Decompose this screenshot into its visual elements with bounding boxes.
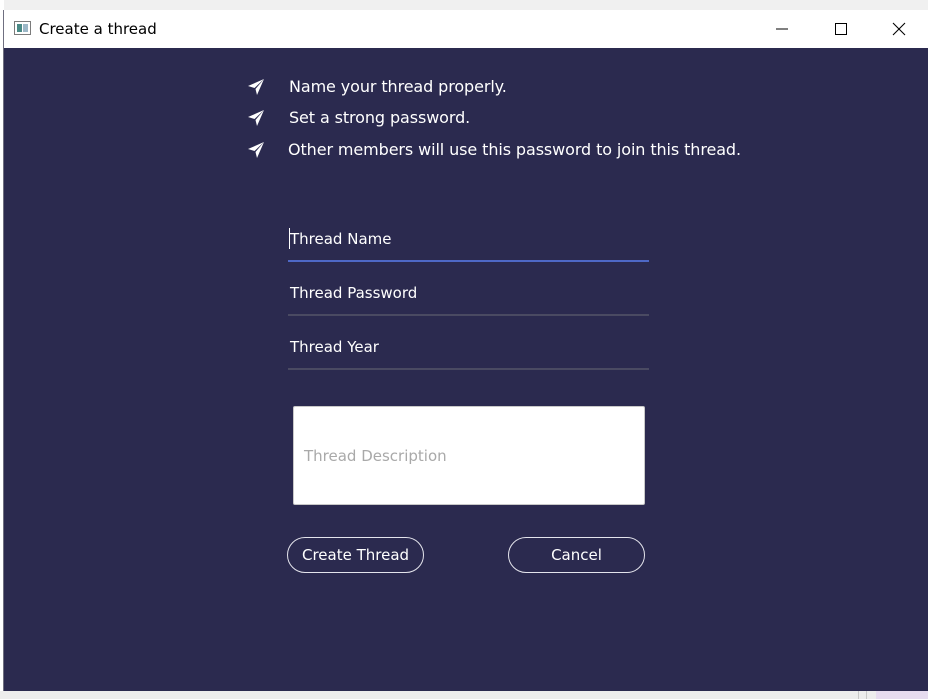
title-bar[interactable]: Create a thread xyxy=(4,10,928,48)
cancel-button[interactable]: Cancel xyxy=(508,537,645,573)
minimize-button[interactable] xyxy=(759,10,805,48)
thread-password-input[interactable]: Thread Password xyxy=(288,276,649,316)
maximize-button[interactable] xyxy=(818,10,864,48)
close-icon xyxy=(892,22,906,36)
taskbar-divider xyxy=(858,691,859,699)
taskbar-divider xyxy=(866,691,867,699)
maximize-icon xyxy=(835,23,847,35)
taskbar-edge xyxy=(0,691,928,699)
window-title: Create a thread xyxy=(39,20,157,38)
thread-name-input[interactable]: Thread Name xyxy=(288,222,649,262)
thread-year-placeholder: Thread Year xyxy=(290,338,379,356)
thread-description-textarea[interactable]: Thread Description xyxy=(293,406,645,505)
tip-text: Other members will use this password to … xyxy=(288,140,741,159)
tip-text: Name your thread properly. xyxy=(289,77,507,96)
paper-plane-icon xyxy=(248,142,264,158)
paper-plane-icon xyxy=(248,79,264,95)
minimize-icon xyxy=(776,28,788,30)
thread-description-placeholder: Thread Description xyxy=(304,447,447,465)
thread-name-placeholder: Thread Name xyxy=(290,230,392,248)
app-icon xyxy=(14,21,31,35)
thread-year-input[interactable]: Thread Year xyxy=(288,330,649,370)
create-thread-window: Create a thread Name your thread properl… xyxy=(3,10,928,691)
tip-text: Set a strong password. xyxy=(289,108,471,127)
thread-password-placeholder: Thread Password xyxy=(290,284,418,302)
taskbar-item xyxy=(876,691,928,699)
create-thread-button[interactable]: Create Thread xyxy=(287,537,424,573)
paper-plane-icon xyxy=(248,110,264,126)
close-button[interactable] xyxy=(876,10,922,48)
